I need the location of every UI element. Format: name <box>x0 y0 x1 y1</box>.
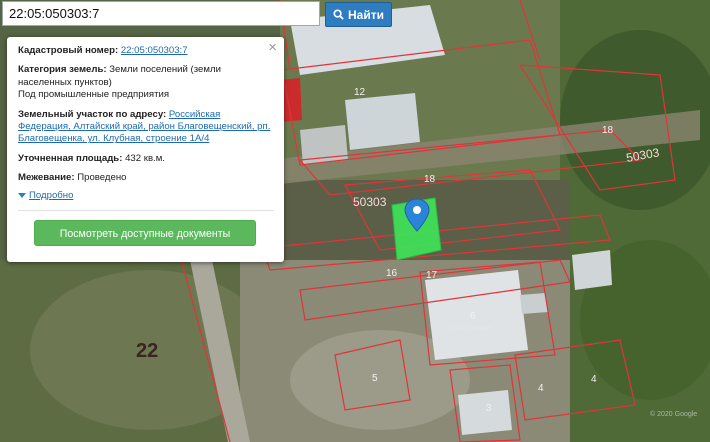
map-label-4: 4 <box>591 374 597 385</box>
map-label-3: 3 <box>486 403 492 414</box>
cadastral-number-link[interactable]: 22:05:050303:7 <box>121 45 188 56</box>
close-icon[interactable]: × <box>268 40 277 55</box>
building <box>520 293 548 314</box>
land-use-value: Под промышленные предприятия <box>18 89 170 101</box>
quarter-label-22: 22 <box>136 340 158 362</box>
survey-label: Межевание: <box>18 172 75 184</box>
parcel-info-popup: × Кадастровый номер: 22:05:050303:7 Кате… <box>7 37 284 262</box>
area-value: 432 кв.м. <box>125 152 165 164</box>
chevron-down-icon <box>18 193 26 199</box>
building <box>345 93 420 150</box>
map-watermark: © 2020 Google <box>650 410 697 418</box>
land-category-label: Категория земель: <box>18 64 107 76</box>
building <box>458 390 512 435</box>
search-button-label: Найти <box>348 7 384 22</box>
search-icon <box>333 9 344 20</box>
details-toggle[interactable]: Подробно <box>18 190 274 202</box>
search-button[interactable]: Найти <box>325 2 392 27</box>
quarter-label-50303: 50303 <box>353 195 387 209</box>
map-watermark: © 2020 Google <box>444 324 491 332</box>
map-label-18: 18 <box>602 125 614 136</box>
map-label-4: 4 <box>538 383 544 394</box>
map-label-12: 12 <box>354 87 366 98</box>
area-label: Уточненная площадь: <box>18 152 123 164</box>
map-label-16: 16 <box>386 268 398 279</box>
map-label-5: 5 <box>372 373 378 384</box>
building <box>572 250 612 290</box>
map-label-6: 6 <box>470 311 476 322</box>
survey-value: Проведено <box>77 172 127 184</box>
address-label: Земельный участок по адресу: <box>18 108 167 120</box>
map-label-17: 17 <box>426 270 438 281</box>
search-input[interactable]: 22:05:050303:7 <box>2 1 320 26</box>
view-documents-button[interactable]: Посмотреть доступные документы <box>34 220 256 247</box>
building <box>425 270 528 360</box>
details-link[interactable]: Подробно <box>29 190 73 202</box>
divider <box>18 210 274 212</box>
map-label-18: 18 <box>424 174 436 185</box>
cadastral-number-label: Кадастровый номер: <box>18 45 119 56</box>
